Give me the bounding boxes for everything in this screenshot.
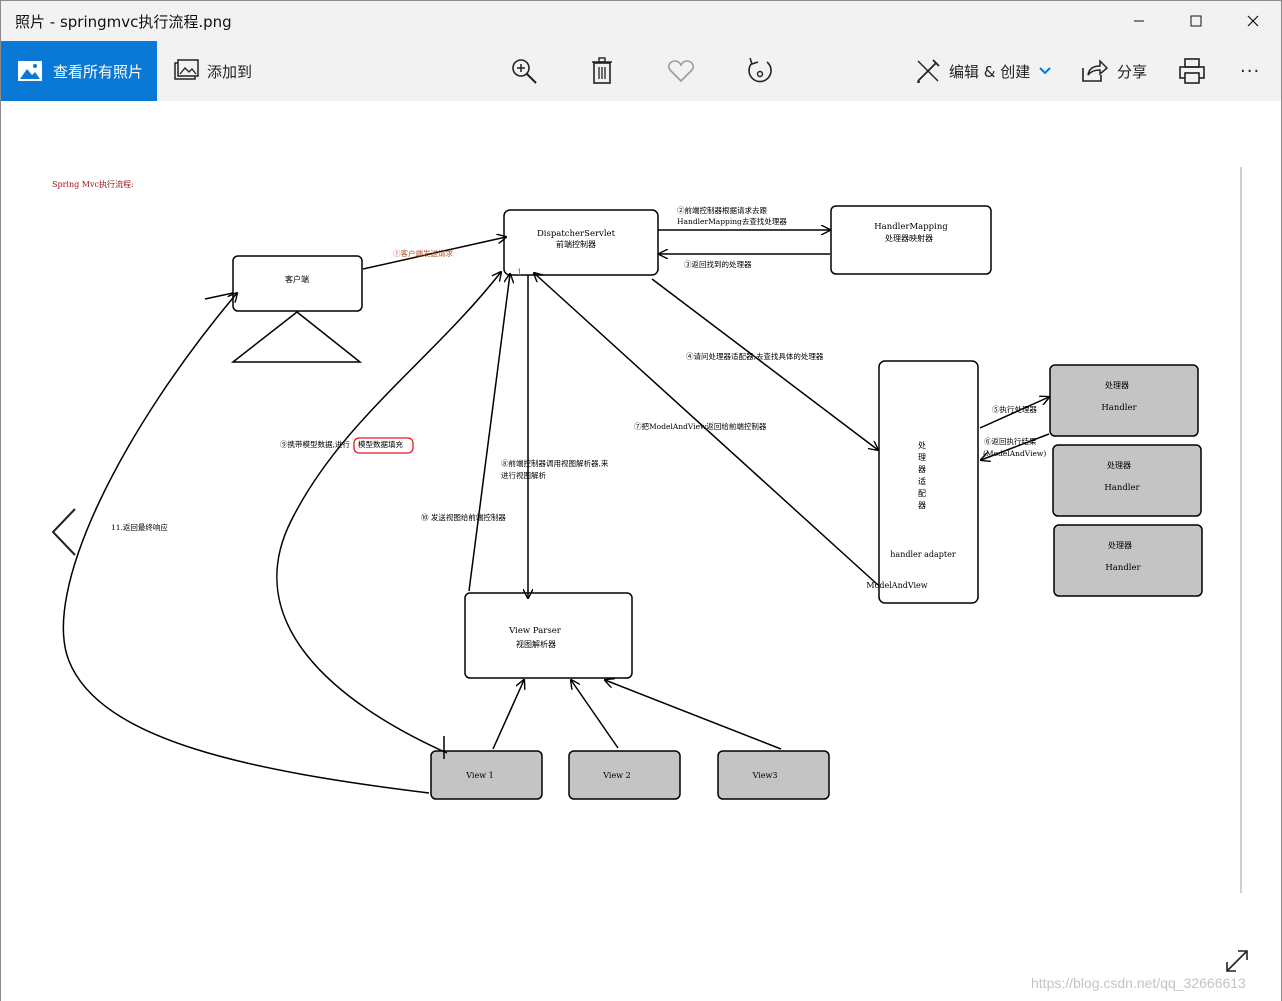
flow-diagram-image: Spring Mvc执行流程: 客户端 DispatcherServlet 前端… bbox=[52, 179, 1203, 800]
handler-2-label-cn: 处理器 bbox=[1107, 460, 1131, 470]
step-11-label: 11.返回最终响应 bbox=[111, 522, 168, 532]
step-6-label-a: ⑥返回执行结果 bbox=[984, 436, 1037, 446]
handler-1-label-cn: 处理器 bbox=[1105, 380, 1129, 390]
view-1-label: View 1 bbox=[465, 771, 493, 780]
vertical-scrollbar[interactable] bbox=[1240, 167, 1242, 893]
watermark-text: https://blog.csdn.net/qq_32666613 bbox=[1031, 975, 1246, 991]
adapter-label-en: handler adapter bbox=[890, 550, 956, 559]
handler-3-label-cn: 处理器 bbox=[1108, 540, 1132, 550]
handler-adapter-node bbox=[878, 360, 979, 604]
step-2-label-b: HandlerMapping去查找处理器 bbox=[677, 216, 787, 226]
handler-node-1 bbox=[1049, 364, 1199, 437]
handler-mapping-label-en: HandlerMapping bbox=[874, 222, 948, 232]
client-label: 客户端 bbox=[285, 274, 309, 284]
arrow-step-10 bbox=[468, 274, 510, 592]
arrow-view3-to-resolver bbox=[605, 680, 782, 750]
step-7-label: ⑦把ModelAndView返回给前端控制器 bbox=[634, 421, 767, 431]
view-resolver-label-cn: 视图解析器 bbox=[516, 639, 556, 649]
step-9-label-b: 模型数据填充 bbox=[358, 439, 403, 449]
dispatcher-label-en: DispatcherServlet bbox=[537, 229, 616, 239]
step-4-label: ④请问处理器适配器,去查找具体的处理器 bbox=[686, 351, 824, 361]
step-3-label: ③返回找到的处理器 bbox=[684, 259, 752, 269]
handler-1-label-en: Handler bbox=[1101, 403, 1137, 413]
step-9-label-a: ⑨携带模型数据,进行 bbox=[280, 439, 350, 449]
dispatcher-label-cn: 前端控制器 bbox=[556, 239, 596, 249]
step-10-label: ⑩ 发送视图给前端控制器 bbox=[421, 512, 506, 522]
svg-text:理: 理 bbox=[918, 453, 926, 462]
handler-node-2 bbox=[1052, 444, 1202, 517]
handler-2-label-en: Handler bbox=[1104, 483, 1140, 493]
dispatcher-marker: 1 bbox=[517, 268, 522, 277]
handler-node-3 bbox=[1053, 524, 1203, 597]
svg-text:器: 器 bbox=[918, 501, 926, 510]
client-stand-shape bbox=[230, 311, 363, 363]
arrow-step-11 bbox=[62, 293, 430, 794]
step-2-label-a: ②前端控制器根据请求去跟 bbox=[677, 205, 767, 215]
svg-text:配: 配 bbox=[918, 489, 926, 498]
handler-mapping-label-cn: 处理器映射器 bbox=[885, 233, 933, 243]
svg-text:适: 适 bbox=[918, 476, 926, 486]
previous-image-button[interactable] bbox=[47, 506, 83, 558]
svg-text:处: 处 bbox=[918, 440, 926, 450]
view-3-label: View3 bbox=[752, 771, 778, 780]
fullscreen-button[interactable] bbox=[1223, 947, 1251, 975]
diagram-heading: Spring Mvc执行流程: bbox=[52, 179, 134, 189]
photos-app-window: 照片 - springmvc执行流程.png 查看所有照片 添加到 编辑 & 创… bbox=[0, 0, 1282, 1001]
view-2-label: View 2 bbox=[602, 771, 630, 780]
step-8-label-b: 进行视图解析 bbox=[501, 470, 546, 480]
handler-3-label-en: Handler bbox=[1105, 563, 1141, 573]
step-8-label-a: ⑧前端控制器调用视图解析器,来 bbox=[501, 458, 609, 468]
expand-icon bbox=[1226, 950, 1248, 972]
chevron-left-icon bbox=[51, 508, 76, 556]
view-resolver-label-en: View Parser bbox=[508, 626, 562, 636]
step-5-label: ⑤执行处理器 bbox=[992, 404, 1037, 414]
arrow-view1-to-resolver bbox=[492, 680, 524, 750]
step-6-label-b: (ModelAndView) bbox=[983, 449, 1046, 458]
step-1-label: ①客户端发送请求 bbox=[393, 248, 453, 258]
arrow-11-tick bbox=[204, 292, 234, 300]
svg-text:器: 器 bbox=[918, 465, 926, 474]
arrow-view2-to-resolver bbox=[571, 680, 619, 749]
